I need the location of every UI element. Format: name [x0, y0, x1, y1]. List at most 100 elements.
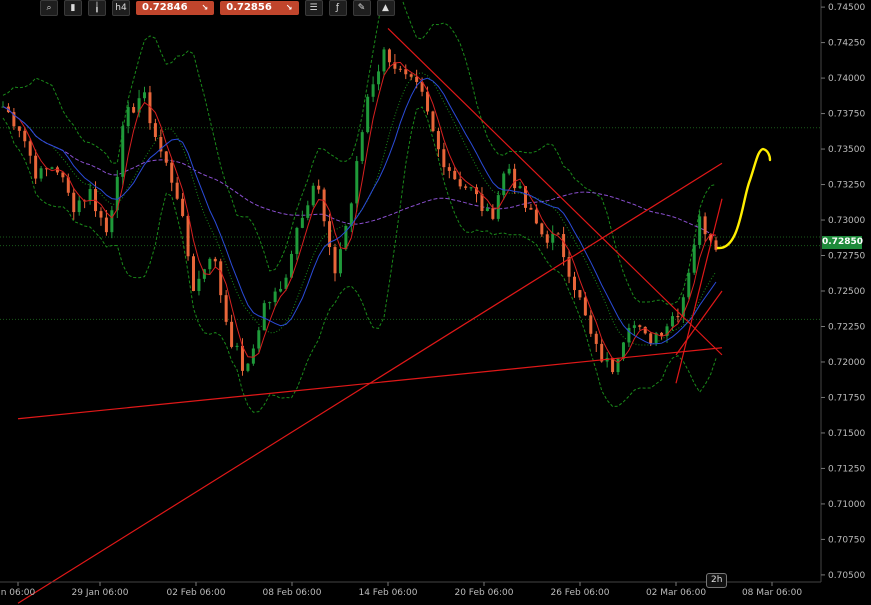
candle-body: [295, 227, 299, 254]
buy-price-button[interactable]: 0.72856 ↘: [220, 1, 299, 15]
candle-body: [469, 187, 473, 189]
trendline: [387, 27, 723, 356]
sell-price: 0.72846: [142, 2, 188, 13]
candle-body: [398, 68, 402, 70]
candle-body: [208, 258, 212, 270]
price-tick-label: 0.74500: [828, 3, 865, 13]
price-tick-label: 0.73500: [828, 145, 865, 155]
candle-body: [34, 155, 38, 179]
candle-body: [322, 189, 326, 222]
candle-body: [23, 130, 27, 142]
candle-body: [507, 168, 511, 174]
candle-body: [594, 333, 598, 344]
bollinger-bands: [2, 0, 717, 413]
price-tick-label: 0.71250: [828, 464, 865, 474]
candle-body: [99, 211, 103, 218]
candle-body: [186, 215, 190, 257]
projection-annotation: [716, 147, 772, 250]
candle-body: [529, 207, 533, 210]
timeframe-badge[interactable]: 2h: [706, 573, 728, 588]
middle-band: [2, 72, 717, 346]
candle-body: [415, 76, 419, 82]
candle-body: [540, 223, 544, 235]
candle-body: [638, 325, 642, 327]
candle-body: [164, 151, 168, 163]
candle-body: [458, 179, 462, 187]
price-tick-label: 0.72500: [828, 287, 865, 297]
trendline: [17, 162, 723, 604]
candle-body: [442, 149, 446, 168]
bars-icon[interactable]: ▮: [64, 0, 82, 16]
time-tick-label: 08 Feb 06:00: [262, 588, 321, 598]
candle-body: [355, 161, 359, 204]
arrow-icon: ↘: [201, 3, 209, 12]
price-axis: 0.74500 0.74250 0.74000 0.73750 0.73500 0.732…: [821, 3, 865, 581]
candle-body: [317, 185, 321, 190]
candle-body: [649, 333, 653, 344]
candle-body: [306, 205, 310, 218]
price-chart[interactable]: 0.74500 0.74250 0.74000 0.73750 0.73500 0.732…: [0, 0, 871, 605]
time-tick-label: n 06:00: [1, 588, 36, 598]
candle-body: [121, 126, 125, 177]
zoom-icon[interactable]: ⌕: [40, 0, 58, 16]
price-tick-label: 0.73250: [828, 181, 865, 191]
candle-body: [698, 216, 702, 245]
price-tick-label: 0.74000: [828, 74, 865, 84]
candle-body: [600, 343, 604, 362]
candle-body: [562, 234, 566, 258]
candle-body: [126, 107, 130, 127]
candle-body: [338, 249, 342, 274]
indicators-icon[interactable]: ☰: [304, 0, 323, 16]
candle-body: [268, 302, 272, 304]
candle-body: [224, 295, 228, 322]
timeframe-icon[interactable]: h4: [112, 0, 130, 16]
candle-body: [235, 345, 239, 347]
candle-body: [687, 272, 691, 298]
candle-body: [132, 107, 136, 113]
candle-body: [300, 217, 304, 228]
candle-body: [311, 185, 315, 206]
candle-body: [349, 203, 353, 226]
candle-body: [431, 111, 435, 132]
function-icon[interactable]: ƒ: [328, 0, 347, 16]
price-tick-label: 0.73000: [828, 216, 865, 226]
candle-body: [513, 168, 517, 189]
sell-price-button[interactable]: 0.72846 ↘: [136, 1, 215, 15]
candle-body: [556, 233, 560, 235]
price-tick-label: 0.71500: [828, 429, 865, 439]
candle-body: [436, 131, 440, 150]
price-tick-label: 0.73750: [828, 110, 865, 120]
moving-averages: [2, 61, 717, 364]
current-price-tag: 0.72850: [822, 236, 863, 249]
candle-body: [28, 141, 32, 156]
candle-body: [170, 162, 174, 183]
candle-body: [88, 189, 92, 201]
candle-body: [703, 216, 707, 235]
candles-icon[interactable]: ╽: [88, 0, 106, 16]
candle-body: [371, 84, 375, 97]
candle-body: [230, 321, 234, 347]
price-tick-label: 0.71000: [828, 500, 865, 510]
objects-icon[interactable]: ✎: [352, 0, 371, 16]
candle-body: [387, 49, 391, 63]
time-tick-label: 02 Mar 06:00: [646, 588, 706, 598]
candle-body: [333, 247, 337, 274]
candle-body: [213, 258, 217, 262]
candle-body: [447, 167, 451, 171]
candle-body: [382, 49, 386, 72]
candle-body: [72, 192, 76, 213]
time-tick-label: 20 Feb 06:00: [454, 588, 513, 598]
candlesticks: [1, 47, 718, 376]
candle-body: [104, 217, 108, 233]
candle-body: [257, 330, 261, 349]
price-tick-label: 0.74250: [828, 39, 865, 49]
candle-body: [453, 170, 457, 180]
candle-body: [246, 363, 250, 371]
candle-body: [551, 233, 555, 243]
candle-body: [589, 315, 593, 334]
candle-body: [632, 325, 636, 328]
buy-price: 0.72856: [226, 2, 272, 13]
candle-body: [572, 276, 576, 291]
candle-body: [143, 92, 147, 99]
template-icon[interactable]: ▲: [376, 0, 395, 16]
